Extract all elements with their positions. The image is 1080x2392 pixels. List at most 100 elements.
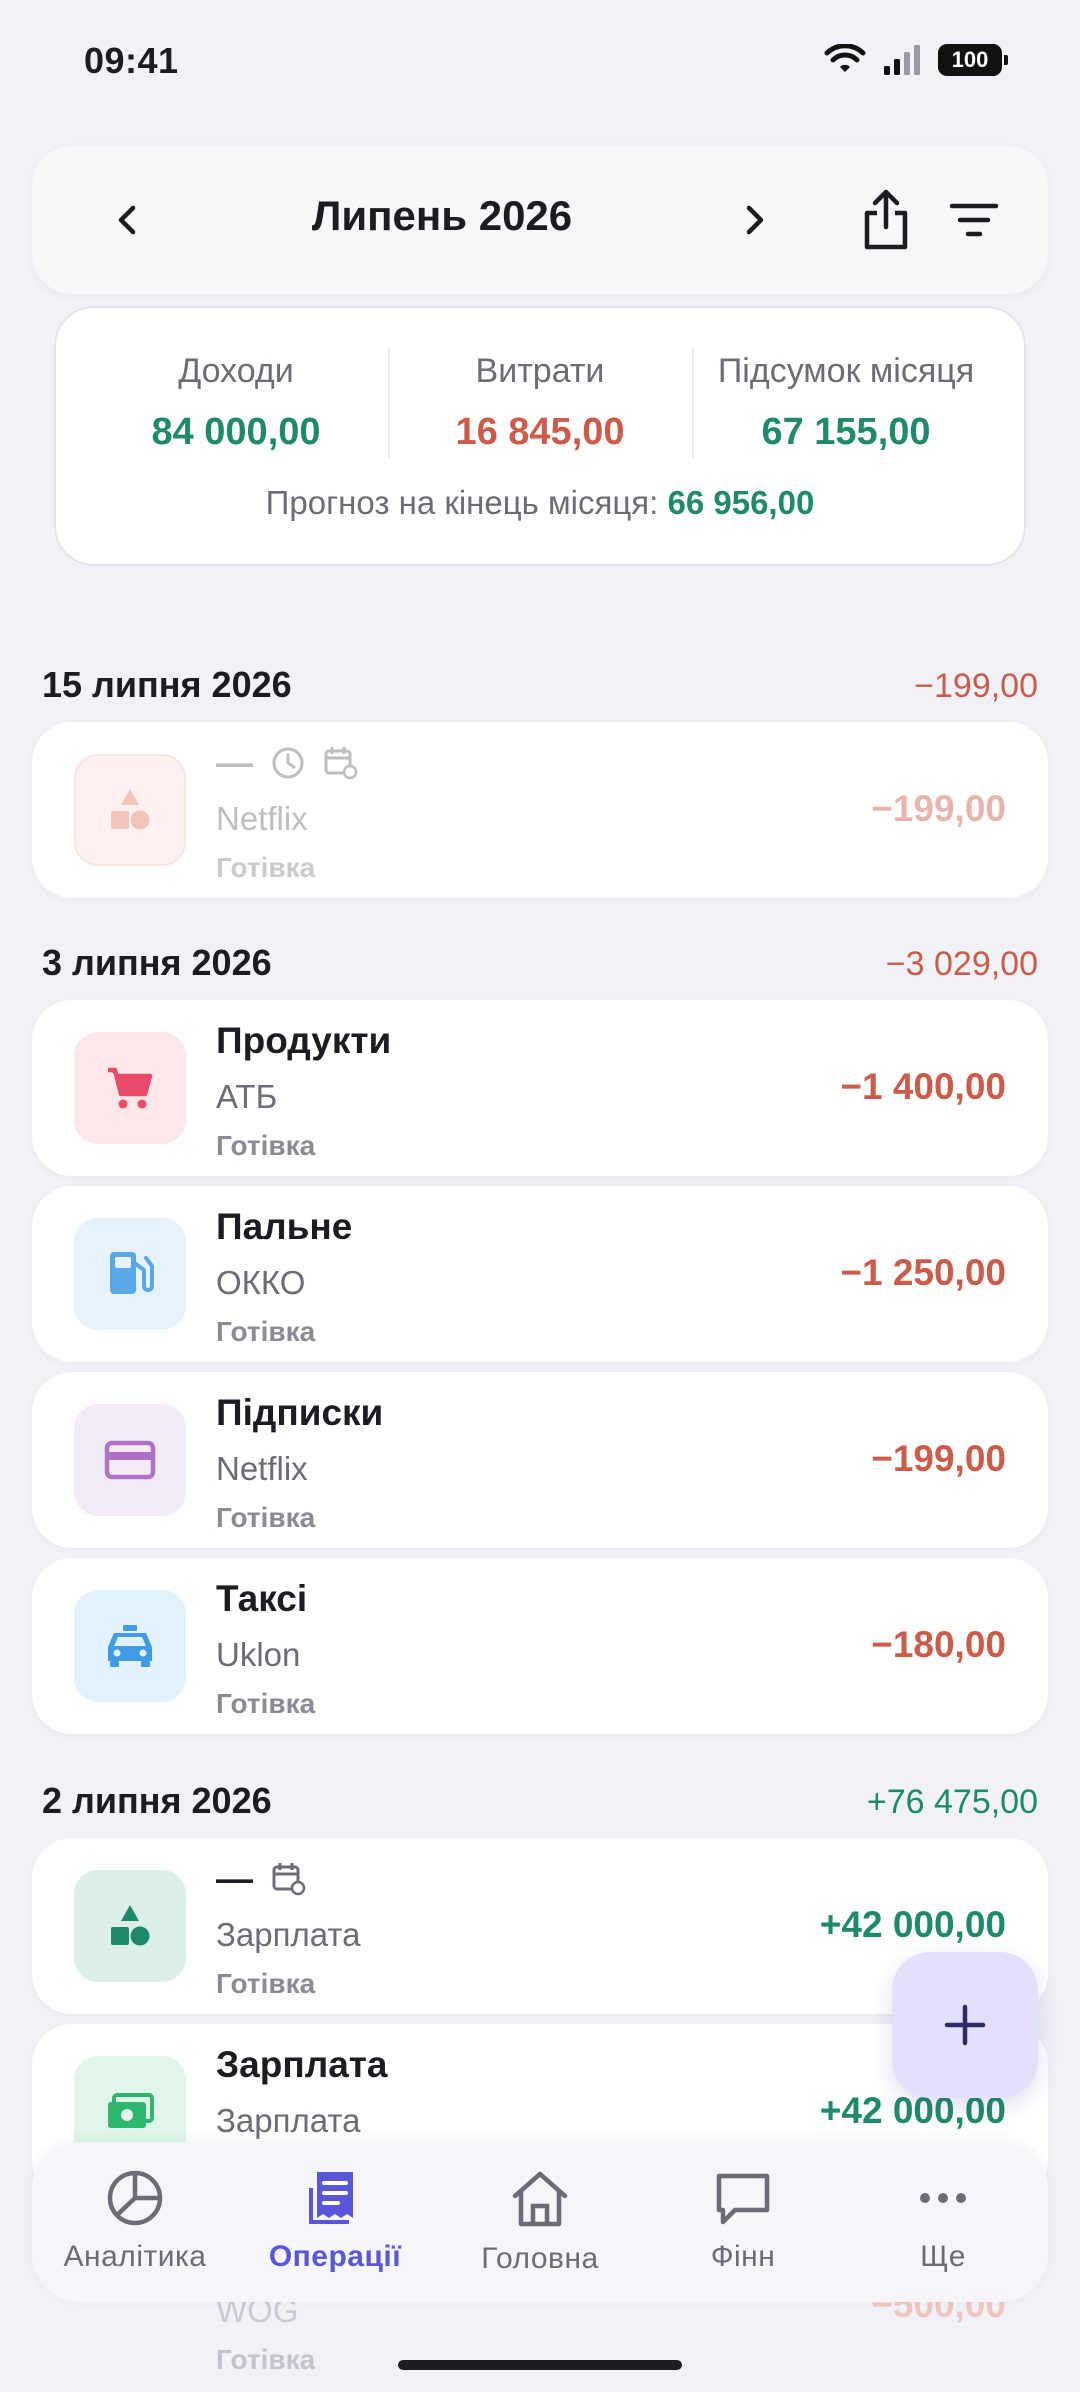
transaction-merchant: ОККО (216, 1264, 306, 1301)
divider (692, 348, 694, 458)
chevron-right-icon (746, 205, 764, 235)
home-icon (512, 2171, 568, 2227)
nav-label: Фінн (710, 2240, 776, 2273)
transaction-account: Готівка (216, 1130, 316, 1161)
expense-label: Витрати (475, 352, 605, 390)
transaction-category: Продукти (216, 1020, 392, 1061)
transaction-category: Пальне (216, 1206, 353, 1247)
transaction-account: Готівка (216, 2344, 316, 2375)
nav-item-more[interactable]: Ще (848, 2168, 1038, 2274)
month-header: Липень 2026 (32, 146, 1048, 294)
transaction-row[interactable]: — Netflix Готівка −199,00 (32, 722, 1048, 898)
plus-icon (944, 2004, 986, 2046)
status-time: 09:41 (84, 40, 179, 81)
clock-icon (272, 747, 304, 779)
transaction-row[interactable]: Таксі Uklon Готівка −180,00 (32, 1558, 1048, 1734)
transaction-account: Готівка (216, 1502, 316, 1533)
expense-value: 16 845,00 (455, 411, 625, 453)
transaction-amount: −1 250,00 (840, 1252, 1006, 1293)
cellular-signal-icon (884, 45, 920, 75)
transaction-category: — (216, 1858, 253, 1899)
month-total-value: 67 155,00 (761, 411, 931, 453)
add-transaction-button[interactable] (892, 1952, 1038, 2098)
cash-icon (108, 2093, 154, 2128)
category-icon-tile (74, 1404, 186, 1516)
month-title[interactable]: Липень 2026 (232, 192, 652, 240)
nav-item-analytics[interactable]: Аналітика (40, 2168, 230, 2274)
chevron-left-icon (118, 205, 136, 235)
expense-summary: Витрати 16 845,00 (390, 352, 690, 454)
transaction-amount: −199,00 (871, 1438, 1006, 1479)
transaction-amount: −199,00 (871, 788, 1006, 829)
transaction-merchant: Netflix (216, 800, 308, 837)
filter-icon (949, 203, 999, 237)
transaction-account: Готівка (216, 1968, 316, 1999)
nav-item-home[interactable]: Головна (445, 2168, 635, 2276)
transaction-merchant: Netflix (216, 1450, 308, 1487)
month-summary-card: Доходи 84 000,00 Витрати 16 845,00 Підсу… (54, 306, 1026, 566)
next-month-button[interactable] (714, 180, 794, 260)
income-label: Доходи (178, 352, 294, 390)
transaction-row[interactable]: Пальне ОККО Готівка −1 250,00 (32, 1186, 1048, 1362)
transaction-merchant: Uklon (216, 1636, 301, 1673)
shapes-icon (111, 1905, 150, 1946)
previous-month-button[interactable] (88, 180, 168, 260)
battery-icon: 100 (938, 44, 1008, 76)
nav-item-operations[interactable]: Операції (240, 2168, 430, 2274)
forecast: Прогноз на кінець місяця: 66 956,00 (56, 484, 1024, 522)
transaction-merchant: АТБ (216, 1078, 278, 1115)
transaction-row[interactable]: Продукти АТБ Готівка −1 400,00 (32, 1000, 1048, 1176)
recurring-calendar-icon (324, 747, 358, 780)
transaction-category: Підписки (216, 1392, 384, 1433)
category-icon-tile (74, 1590, 186, 1702)
pie-chart-icon (107, 2170, 163, 2226)
transaction-category: — (216, 742, 253, 783)
transaction-category: Зарплата (216, 2044, 388, 2085)
nav-item-finn[interactable]: Фінн (648, 2168, 838, 2274)
forecast-value: 66 956,00 (667, 484, 815, 521)
transaction-row[interactable]: Підписки Netflix Готівка −199,00 (32, 1372, 1048, 1548)
transaction-amount: −1 400,00 (840, 1066, 1006, 1107)
day-group-header: 3 липня 2026 −3 029,00 (42, 942, 1038, 984)
status-bar: 09:41 100 (0, 0, 1080, 120)
chat-icon (716, 2173, 770, 2225)
group-total: −199,00 (914, 667, 1038, 705)
category-icon-tile (74, 1032, 186, 1144)
recurring-calendar-icon (272, 1863, 306, 1896)
card-icon (104, 1440, 156, 1480)
receipt-icon (309, 2172, 353, 2224)
transaction-row-partial: WOG Готівка −500,00 (32, 2284, 1048, 2392)
category-icon-tile (74, 1218, 186, 1330)
more-icon (920, 2193, 966, 2203)
status-icons: 100 (824, 44, 1008, 76)
group-total: +76 475,00 (866, 1783, 1038, 1821)
home-indicator (398, 2360, 682, 2370)
transaction-amount: +42 000,00 (819, 1904, 1006, 1945)
transaction-account: Готівка (216, 852, 316, 883)
month-total-summary: Підсумок місяця 67 155,00 (696, 352, 996, 454)
category-icon-tile (74, 754, 186, 866)
income-summary: Доходи 84 000,00 (86, 352, 386, 454)
filter-button[interactable] (934, 180, 1014, 260)
day-group-header: 15 липня 2026 −199,00 (42, 664, 1038, 706)
nav-label: Головна (481, 2242, 599, 2275)
transaction-merchant: Зарплата (216, 2102, 361, 2139)
day-group-header: 2 липня 2026 +76 475,00 (42, 1780, 1038, 1822)
transaction-title: — (216, 1858, 307, 1900)
transaction-title: — (216, 742, 359, 784)
fuel-icon (110, 1252, 154, 1294)
transaction-category: Таксі (216, 1578, 308, 1619)
wifi-icon (824, 44, 866, 72)
shapes-icon (111, 789, 150, 830)
transaction-account: Готівка (216, 1316, 316, 1347)
transaction-amount: −180,00 (871, 1624, 1006, 1665)
share-icon (864, 189, 908, 250)
month-total-label: Підсумок місяця (717, 352, 975, 390)
share-button[interactable] (846, 180, 926, 260)
transaction-account: Готівка (216, 1688, 316, 1719)
group-date: 3 липня 2026 (42, 942, 272, 983)
nav-label: Операції (268, 2240, 402, 2273)
group-total: −3 029,00 (885, 945, 1038, 983)
cart-icon (108, 1067, 153, 1109)
forecast-label: Прогноз на кінець місяця: (265, 484, 659, 521)
